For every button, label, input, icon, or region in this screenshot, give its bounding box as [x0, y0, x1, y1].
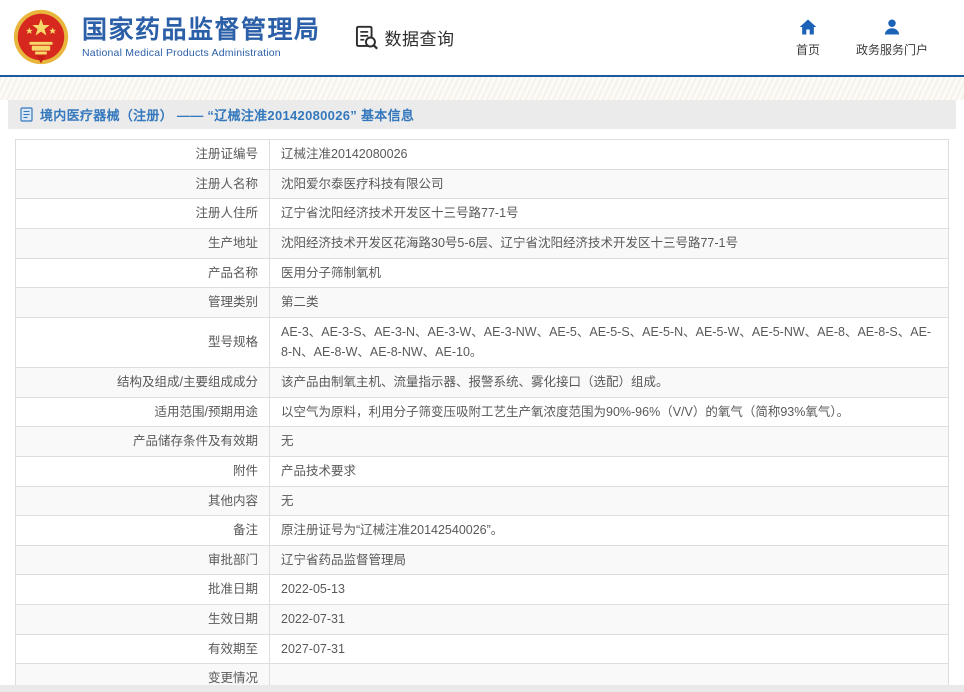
row-value: 沈阳爱尔泰医疗科技有限公司: [269, 168, 949, 200]
row-label: 生产地址: [15, 227, 270, 259]
row-value: 沈阳经济技术开发区花海路30号5-6层、辽宁省沈阳经济技术开发区十三号路77-1…: [269, 227, 949, 259]
row-label: 批准日期: [15, 574, 270, 605]
row-label: 审批部门: [15, 544, 270, 576]
row-label: 生效日期: [15, 604, 270, 635]
row-value: 2027-07-31: [269, 633, 949, 665]
row-value: 医用分子筛制氧机: [269, 257, 949, 289]
table-row: 附件 产品技术要求: [15, 455, 949, 487]
nav-gov-portal-label: 政务服务门户: [855, 43, 928, 57]
nav-home[interactable]: 首页: [796, 17, 820, 58]
agency-name-cn: 国家药品监督管理局: [82, 15, 321, 44]
page-title: 境内医疗器械（注册） —— “辽械注准20142080026” 基本信息: [40, 108, 415, 123]
footer-strip: [0, 685, 964, 692]
row-value: 辽械注准20142080026: [269, 139, 949, 170]
row-label: 有效期至: [15, 633, 270, 665]
row-value: 辽宁省药品监督管理局: [269, 544, 949, 576]
row-label: 备注: [15, 515, 270, 546]
table-row: 备注 原注册证号为“辽械注准20142540026”。: [15, 515, 949, 546]
row-label: 注册证编号: [15, 139, 270, 170]
header-nav: 首页 政务服务门户: [796, 17, 964, 58]
row-label: 管理类别: [15, 287, 270, 318]
row-value: 无: [269, 485, 949, 517]
row-value: 产品技术要求: [269, 455, 949, 487]
table-row: 注册人住所 辽宁省沈阳经济技术开发区十三号路77-1号: [15, 198, 949, 229]
registration-info-section: 注册证编号 辽械注准20142080026 注册人名称 沈阳爱尔泰医疗科技有限公…: [15, 139, 949, 692]
table-row: 生产地址 沈阳经济技术开发区花海路30号5-6层、辽宁省沈阳经济技术开发区十三号…: [15, 227, 949, 259]
row-value: 2022-05-13: [269, 574, 949, 605]
data-query-label: 数据查询: [384, 30, 455, 49]
row-label: 适用范围/预期用途: [15, 396, 270, 428]
row-label: 产品储存条件及有效期: [15, 426, 270, 457]
data-search-icon: [355, 25, 378, 50]
row-label: 注册人名称: [15, 168, 270, 200]
table-row: 产品名称 医用分子筛制氧机: [15, 257, 949, 289]
table-row: 产品储存条件及有效期 无: [15, 426, 949, 457]
info-table-body: 注册证编号 辽械注准20142080026 注册人名称 沈阳爱尔泰医疗科技有限公…: [15, 139, 949, 692]
home-icon: [799, 19, 817, 35]
row-value: 第二类: [269, 287, 949, 318]
row-label: 其他内容: [15, 485, 270, 517]
row-label: 型号规格: [15, 316, 270, 369]
row-label: 注册人住所: [15, 198, 270, 229]
row-value: 原注册证号为“辽械注准20142540026”。: [269, 515, 949, 546]
user-icon: [884, 19, 900, 35]
row-label: 附件: [15, 455, 270, 487]
table-row: 生效日期 2022-07-31: [15, 604, 949, 635]
page-title-bar: 境内医疗器械（注册） —— “辽械注准20142080026” 基本信息: [8, 100, 956, 129]
row-value: 辽宁省沈阳经济技术开发区十三号路77-1号: [269, 198, 949, 229]
table-row: 审批部门 辽宁省药品监督管理局: [15, 544, 949, 576]
row-label: 结构及组成/主要组成成分: [15, 367, 270, 398]
table-row: 适用范围/预期用途 以空气为原料，利用分子筛变压吸附工艺生产氧浓度范围为90%-…: [15, 396, 949, 428]
data-query-menu[interactable]: 数据查询: [353, 24, 455, 51]
table-row: 型号规格 AE-3、AE-3-S、AE-3-N、AE-3-W、AE-3-NW、A…: [15, 316, 949, 369]
table-row: 注册证编号 辽械注准20142080026: [15, 139, 949, 170]
table-row: 有效期至 2027-07-31: [15, 633, 949, 665]
national-emblem-logo: [13, 9, 69, 64]
table-row: 结构及组成/主要组成成分 该产品由制氧主机、流量指示器、报警系统、雾化接口（选配…: [15, 367, 949, 398]
table-row: 管理类别 第二类: [15, 287, 949, 318]
row-value: AE-3、AE-3-S、AE-3-N、AE-3-W、AE-3-NW、AE-5、A…: [269, 316, 949, 369]
table-row: 其他内容 无: [15, 485, 949, 517]
document-icon: [20, 107, 33, 122]
brand-block: 国家药品监督管理局 National Medical Products Admi…: [82, 16, 321, 60]
hatch-texture-band: [0, 77, 964, 100]
row-value: 2022-07-31: [269, 604, 949, 635]
registration-info-table: 注册证编号 辽械注准20142080026 注册人名称 沈阳爱尔泰医疗科技有限公…: [15, 139, 949, 692]
row-value: 以空气为原料，利用分子筛变压吸附工艺生产氧浓度范围为90%-96%（V/V）的氧…: [269, 396, 949, 428]
site-header: 国家药品监督管理局 National Medical Products Admi…: [0, 0, 964, 75]
nav-home-label: 首页: [795, 43, 820, 57]
table-row: 注册人名称 沈阳爱尔泰医疗科技有限公司: [15, 168, 949, 200]
row-value: 无: [269, 426, 949, 457]
row-label: 产品名称: [15, 257, 270, 289]
row-value: 该产品由制氧主机、流量指示器、报警系统、雾化接口（选配）组成。: [269, 367, 949, 398]
table-row: 批准日期 2022-05-13: [15, 574, 949, 605]
nav-gov-portal[interactable]: 政务服务门户: [856, 17, 928, 58]
agency-name-en: National Medical Products Administration: [82, 47, 281, 60]
